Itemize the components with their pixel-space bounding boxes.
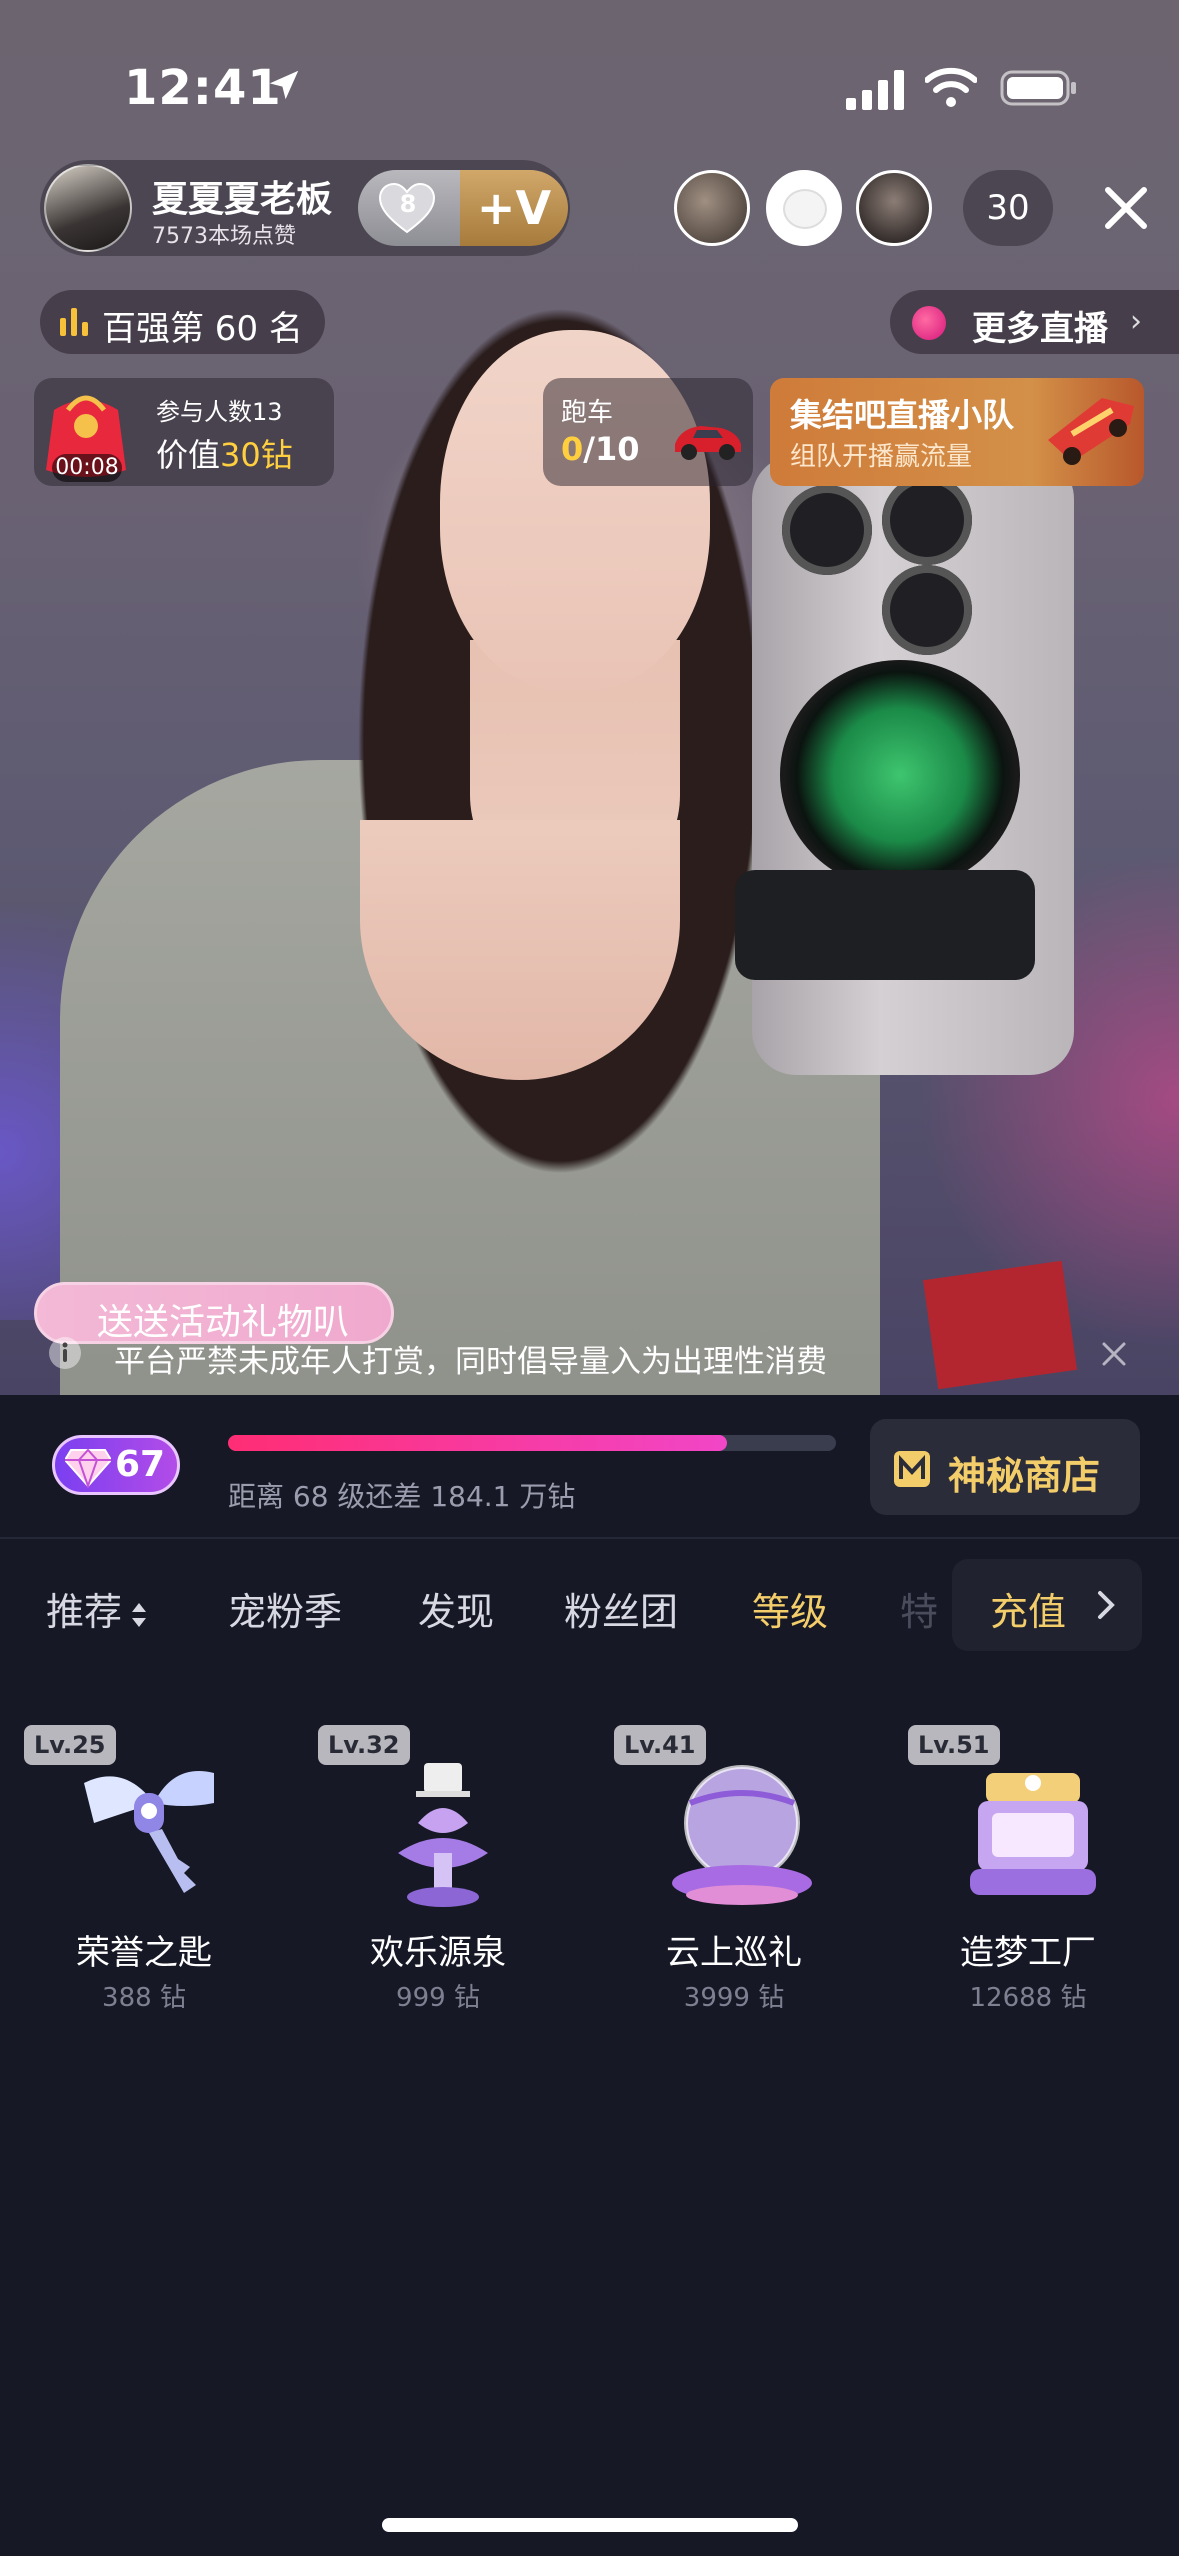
camera-lens [882,475,972,565]
status-bar: 12:41 [0,0,1179,170]
chevron-right-icon [1098,1591,1115,1619]
streamer-info[interactable]: 夏夏夏老板 7573本场点赞 8 +V [40,160,570,256]
car-illustration-icon [1048,398,1134,465]
sort-icon [132,1602,147,1627]
tab-fan-club[interactable]: 粉丝团 [564,1581,678,1636]
notice-text: 平台严禁未成年人打赏，同时倡导量入为出理性消费 [114,1344,827,1380]
recharge-button[interactable]: 充值 [952,1559,1142,1651]
wifi-icon [925,67,977,107]
camera-lens [782,485,872,575]
gift-name: 云上巡礼 [666,1933,802,1973]
gift-panel: 67 距离 68 级还差 184.1 万钻 神秘商店 推荐 宠粉季 发现 粉丝团… [0,1395,1179,2556]
squad-banner-subtitle: 组队开播赢流量 [790,442,973,472]
mystery-shop-label: 神秘商店 [948,1454,1101,1498]
sports-car-icon [675,426,741,460]
gift-price: 388 钻 [102,1983,186,2013]
cloud-globe-icon [672,1765,812,1905]
squad-banner-title: 集结吧直播小队 [790,396,1015,434]
gift-item[interactable]: Lv.41 云上巡礼 3999 钻 [614,1725,854,2013]
race-car-total: /10 [583,430,640,468]
gift-price: 3999 钻 [683,1983,785,2013]
race-car-task-card[interactable]: 跑车 0/10 [543,378,753,486]
tab-discover[interactable]: 发现 [418,1581,494,1636]
streamer-name: 夏夏夏老板 [152,179,333,220]
phone-mount-prop [735,870,1035,980]
user-level-badge[interactable]: 67 [52,1435,180,1495]
dream-factory-icon [970,1773,1096,1895]
viewer-count[interactable]: 30 [963,170,1053,246]
location-arrow-icon [269,70,299,100]
rank-label: 百强第 60 名 [102,309,303,349]
red-packet-participants: 参与人数13 [156,398,283,426]
bar-chart-icon [60,308,88,336]
battery-icon [1000,70,1076,106]
winged-key-icon [84,1771,214,1893]
gift-item[interactable]: Lv.51 造梦工厂 12688 钻 [908,1725,1148,2013]
diamond-gem-icon [65,1448,111,1488]
gift-price: 999 钻 [396,1983,480,2013]
viewer-avatar[interactable] [856,170,932,246]
home-indicator[interactable] [382,2518,798,2532]
more-live-button[interactable]: 更多直播 › [890,290,1179,354]
level-progress-text: 距离 68 级还差 184.1 万钻 [228,1480,576,1513]
red-packet-value-amount: 30钻 [220,436,293,474]
gift-name: 荣誉之匙 [76,1933,212,1973]
level-progress-fill [228,1435,727,1451]
squad-banner[interactable]: 集结吧直播小队 组队开播赢流量 [770,378,1144,486]
gift-item[interactable]: Lv.25 荣誉之匙 388 钻 [24,1725,264,2013]
gift-name: 造梦工厂 [960,1933,1096,1973]
status-time: 12:41 [124,60,282,116]
race-car-current: 0 [561,430,584,468]
streamer-avatar[interactable] [44,164,132,252]
red-packet-card[interactable]: 00:08 参与人数13 价值30钻 [34,378,334,486]
follow-button[interactable]: +V [460,170,568,246]
tab-fan-season[interactable]: 宠粉季 [228,1581,342,1636]
chevron-right-icon: › [1130,304,1142,339]
more-live-label: 更多直播 [972,309,1108,349]
recharge-label: 充值 [990,1590,1067,1634]
race-car-progress: 0/10 [561,430,639,468]
live-dot-icon [912,306,946,340]
divider [0,1537,1179,1539]
cartoon-avatar-icon [783,189,827,229]
viewer-avatar[interactable] [674,170,750,246]
tab-label: 推荐 [46,1590,123,1634]
close-icon[interactable] [1100,182,1152,234]
tab-level[interactable]: 等级 [752,1581,828,1636]
race-car-title: 跑车 [561,398,614,428]
gift-price: 12688 钻 [969,1983,1087,2013]
user-level-number: 67 [115,1444,166,1485]
gift-name: 欢乐源泉 [370,1933,506,1973]
fan-level: 8 [399,190,417,218]
cooling-fan-prop [780,660,1020,890]
shop-logo-icon [894,1451,930,1487]
viewer-avatar[interactable] [766,170,842,246]
close-icon[interactable] [1100,1340,1128,1368]
mystery-shop-button[interactable]: 神秘商店 [870,1419,1140,1515]
cellular-signal-icon [846,70,904,110]
info-icon [49,1337,81,1369]
red-packet-timer: 00:08 [52,454,122,482]
red-packet-value: 价值30钻 [156,430,293,476]
tab-special[interactable]: 特 [900,1581,938,1636]
red-packet-value-prefix: 价值 [156,436,221,474]
minor-protection-notice: 平台严禁未成年人打赏，同时倡导量入为出理性消费 [34,1322,1144,1384]
level-progress-bar [228,1435,836,1451]
camera-lens [882,565,972,655]
rank-badge[interactable]: 百强第 60 名 [40,290,325,354]
tab-recommend[interactable]: 推荐 [46,1581,150,1636]
gift-category-tabs: 推荐 宠粉季 发现 粉丝团 等级 特 充值 [0,1545,1179,1665]
streamer-likes: 7573本场点赞 [152,224,296,249]
fountain-icon [398,1763,488,1907]
gift-item[interactable]: Lv.32 欢乐源泉 999 钻 [318,1725,558,2013]
